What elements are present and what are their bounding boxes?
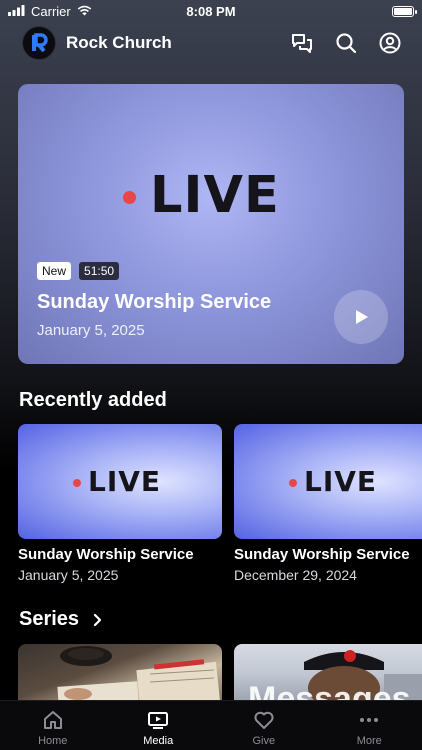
media-card[interactable]: LIVE Sunday Worship Service January 5, 2… <box>18 424 222 583</box>
live-label: LIVE <box>304 465 378 498</box>
series-thumbnail[interactable] <box>18 644 222 700</box>
media-thumbnail[interactable]: LIVE <box>18 424 222 539</box>
media-date: December 29, 2024 <box>234 567 357 583</box>
bottom-tab-bar: Home Media Give More <box>0 700 422 750</box>
recently-added-heading: Recently added <box>19 389 167 411</box>
tab-media[interactable]: Media <box>106 701 212 750</box>
chevron-right-icon <box>93 613 102 626</box>
series-title: Series <box>19 608 80 630</box>
recently-added-carousel[interactable]: LIVE Sunday Worship Service January 5, 2… <box>18 424 422 584</box>
media-date: January 5, 2025 <box>18 567 119 583</box>
status-bar: Carrier 8:08 PM <box>0 0 422 22</box>
wifi-icon <box>77 4 92 19</box>
bible-study-image <box>57 646 221 700</box>
tab-label: Home <box>38 735 68 747</box>
search-icon[interactable] <box>334 31 358 55</box>
tab-give[interactable]: Give <box>211 701 317 750</box>
live-logo: LIVE <box>289 468 377 496</box>
hero-date: January 5, 2025 <box>37 322 145 339</box>
status-left: Carrier <box>8 4 92 19</box>
chat-icon[interactable] <box>290 31 314 55</box>
logo-mark-icon <box>32 33 48 53</box>
home-icon <box>43 711 62 729</box>
live-logo: LIVE <box>123 170 280 221</box>
carrier-label: Carrier <box>31 3 71 19</box>
series-heading[interactable]: Series <box>19 608 103 631</box>
tab-label: More <box>356 735 382 747</box>
live-label: LIVE <box>88 465 162 498</box>
app-title: Rock Church <box>66 33 172 52</box>
live-dot-icon <box>289 479 297 487</box>
live-logo: LIVE <box>73 468 161 496</box>
series-thumbnail[interactable]: Messages <box>234 644 422 700</box>
media-title: Sunday Worship Service <box>18 546 194 563</box>
live-dot-icon <box>73 479 81 487</box>
profile-icon[interactable] <box>378 31 402 55</box>
media-icon <box>148 712 169 729</box>
duration-badge: 51:50 <box>79 262 120 280</box>
signal-icon <box>8 4 25 19</box>
hero-badges: New 51:50 <box>37 262 120 280</box>
more-icon <box>360 718 379 722</box>
series-overlay-text: Messages <box>248 680 411 700</box>
tab-label: Media <box>143 735 174 747</box>
play-button[interactable] <box>334 290 388 344</box>
media-thumbnail[interactable]: LIVE <box>234 424 422 539</box>
hero-title: Sunday Worship Service <box>37 291 272 313</box>
live-label: LIVE <box>150 166 280 225</box>
header-actions <box>290 31 402 55</box>
live-dot-icon <box>123 191 136 204</box>
media-title: Sunday Worship Service <box>234 546 410 563</box>
battery-icon <box>392 5 417 17</box>
play-icon <box>356 310 368 324</box>
heart-icon <box>254 711 274 729</box>
series-carousel[interactable]: Messages <box>18 644 422 700</box>
tab-label: Give <box>252 735 276 747</box>
media-card[interactable]: LIVE Sunday Worship Service December 29,… <box>234 424 422 583</box>
church-logo[interactable] <box>22 26 56 60</box>
tab-more[interactable]: More <box>317 701 422 750</box>
new-badge: New <box>37 262 72 280</box>
tab-home[interactable]: Home <box>0 701 106 750</box>
featured-media-card[interactable]: LIVE New 51:50 Sunday Worship Service Ja… <box>18 84 404 364</box>
app-header: Rock Church <box>0 26 422 60</box>
